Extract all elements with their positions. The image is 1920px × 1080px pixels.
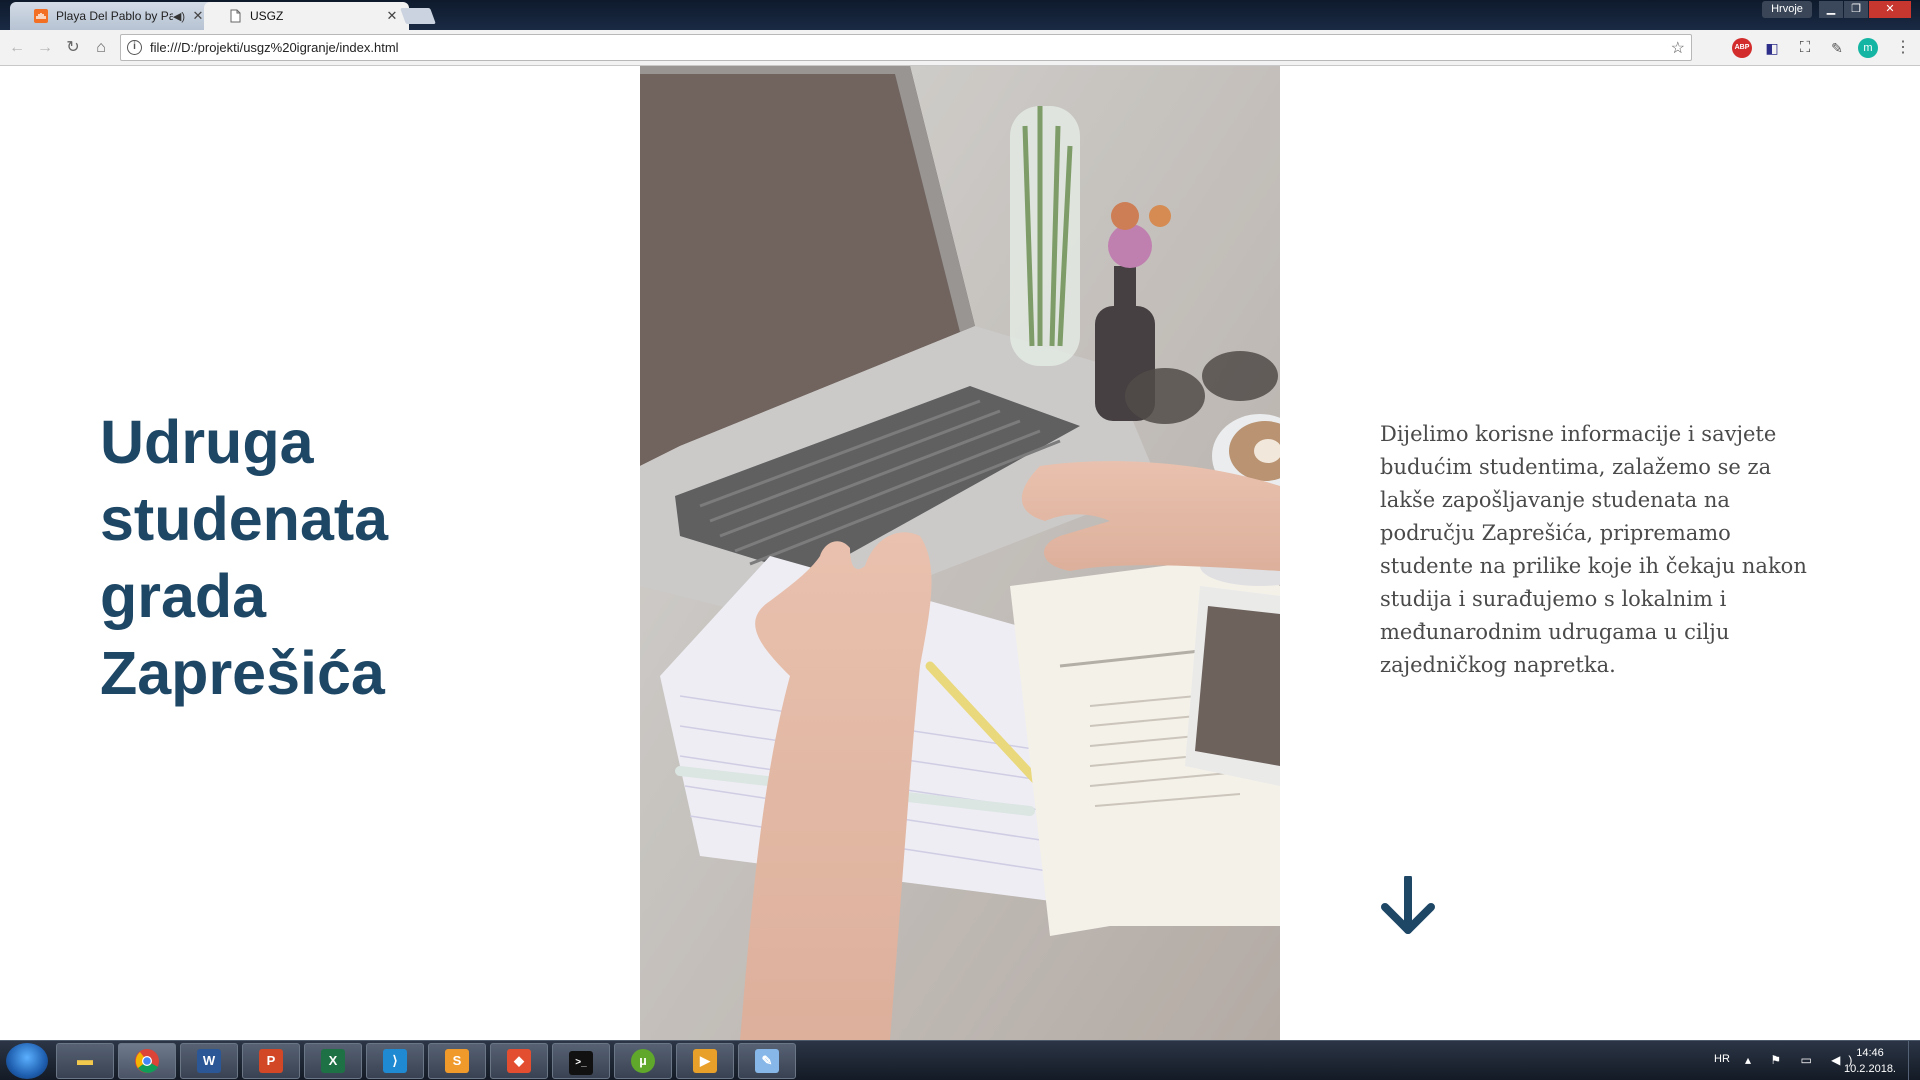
url-text[interactable]: file:///D:/projekti/usgz%20igranje/index…	[150, 40, 1671, 55]
window-controls: ▁ ❐ ✕	[1818, 1, 1911, 18]
windows-taskbar: ▬ W P X ⟩ S ◆ >_ µ ▶ ✎ HR ▴ ⚑ ▭ ◀) 14:46…	[0, 1040, 1920, 1080]
chrome-icon[interactable]	[118, 1043, 176, 1079]
forward-icon[interactable]: →	[34, 37, 56, 59]
language-indicator[interactable]: HR	[1714, 1053, 1730, 1080]
screenshot-icon[interactable]: ⛶	[1795, 38, 1815, 58]
show-hidden-icons-icon[interactable]: ▴	[1745, 1053, 1759, 1067]
show-desktop-button[interactable]	[1908, 1041, 1920, 1080]
arrow-down-icon[interactable]	[1380, 876, 1436, 936]
home-icon[interactable]: ⌂	[90, 37, 112, 59]
git-icon[interactable]: ◆	[490, 1043, 548, 1079]
page-content: Udruga studenata grada Zaprešića Dijelim…	[0, 66, 1920, 1040]
profile-button[interactable]: Hrvoje	[1762, 1, 1812, 18]
menu-icon[interactable]: ⋮	[1893, 38, 1913, 58]
eyedropper-icon[interactable]: ✎	[1827, 38, 1847, 58]
tab-title: Playa Del Pablo by Pa	[56, 9, 173, 23]
clock-date: 10.2.2018.	[1844, 1063, 1896, 1075]
association-description: Dijelimo korisne informacije i savjete b…	[1380, 422, 1807, 677]
back-icon[interactable]: ←	[6, 37, 28, 59]
speaker-icon[interactable]: ◀)	[173, 10, 185, 23]
sublime-text-icon[interactable]: S	[428, 1043, 486, 1079]
browser-toolbar: ← → ↻ ⌂ i file:///D:/projekti/usgz%20igr…	[0, 30, 1920, 66]
reload-icon[interactable]: ↻	[62, 37, 84, 59]
close-window-icon[interactable]: ✕	[1869, 1, 1911, 18]
page-icon	[230, 9, 241, 23]
page-title: Udruga studenata grada Zaprešića	[100, 408, 389, 707]
maximize-icon[interactable]: ❐	[1844, 1, 1868, 18]
bookmark-star-icon[interactable]: ☆	[1671, 38, 1691, 58]
browser-tab-strip: Playa Del Pablo by Pa ◀) ✕ USGZ ✕ Hrvoje…	[0, 0, 1920, 30]
address-bar[interactable]: i file:///D:/projekti/usgz%20igranje/ind…	[120, 34, 1692, 61]
laptop-desk-photo	[640, 66, 1280, 1040]
terminal-icon[interactable]: >_	[552, 1043, 610, 1079]
tab-title: USGZ	[250, 9, 284, 23]
action-center-icon[interactable]: ⚑	[1770, 1053, 1789, 1067]
clock[interactable]: 14:46 10.2.2018.	[1840, 1045, 1900, 1077]
media-player-icon[interactable]: ▶	[676, 1043, 734, 1079]
vscode-icon[interactable]: ⟩	[366, 1043, 424, 1079]
minimize-icon[interactable]: ▁	[1819, 1, 1843, 18]
new-tab-button[interactable]	[400, 8, 436, 24]
adblock-plus-icon[interactable]: ABP	[1732, 38, 1752, 58]
file-explorer-icon[interactable]: ▬	[56, 1043, 114, 1079]
info-icon[interactable]: i	[127, 40, 142, 55]
close-tab-icon[interactable]: ✕	[191, 8, 205, 24]
close-tab-icon[interactable]: ✕	[385, 8, 399, 24]
chrome-logo-icon	[135, 1049, 159, 1073]
tab-usgz[interactable]: USGZ ✕	[204, 2, 409, 30]
word-icon[interactable]: W	[180, 1043, 238, 1079]
network-icon[interactable]: ▭	[1800, 1053, 1819, 1067]
m-extension-icon[interactable]: m	[1858, 38, 1878, 58]
clock-time: 14:46	[1856, 1047, 1884, 1059]
tab-playa-del-pablo[interactable]: Playa Del Pablo by Pa ◀) ✕	[10, 2, 215, 30]
powerpoint-icon[interactable]: P	[242, 1043, 300, 1079]
utorrent-icon[interactable]: µ	[614, 1043, 672, 1079]
extension-icon[interactable]: ◧	[1762, 38, 1782, 58]
start-button[interactable]	[6, 1043, 48, 1079]
soundcloud-icon	[34, 9, 48, 23]
excel-icon[interactable]: X	[304, 1043, 362, 1079]
paint-icon[interactable]: ✎	[738, 1043, 796, 1079]
